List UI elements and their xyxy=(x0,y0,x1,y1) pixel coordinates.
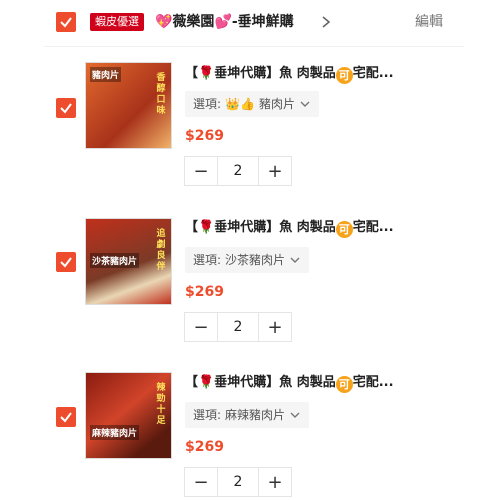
item-select-checkbox[interactable] xyxy=(56,252,76,272)
cart-item: 沙茶豬肉片 追劇良伴 【🌹垂坤代購】魚 肉製品可宅配... 選項: 沙茶豬肉片 … xyxy=(0,212,500,352)
item-select-checkbox[interactable] xyxy=(56,98,76,118)
variant-value: 麻辣豬肉片 xyxy=(225,408,286,422)
thumbnail-label: 豬肉片 xyxy=(90,67,122,82)
increase-quantity-button[interactable]: + xyxy=(259,313,291,341)
item-price: $269 xyxy=(185,128,224,144)
variant-selector[interactable]: 選項: 沙茶豬肉片 xyxy=(185,247,310,273)
quantity-stepper: − 2 + xyxy=(184,467,292,497)
checkmark-icon xyxy=(60,17,72,28)
cart-item: 豬肉片 香醇口味 【🌹垂坤代購】魚 肉製品可宅配... 選項: 👑👍 豬肉片 $2… xyxy=(0,58,500,198)
preferred-seller-badge: 蝦皮優選 xyxy=(90,13,144,31)
heart-right-icon: 💕 xyxy=(214,14,232,30)
chevron-down-icon xyxy=(290,257,300,263)
product-thumbnail[interactable]: 豬肉片 香醇口味 xyxy=(85,62,172,149)
variant-value: 豬肉片 xyxy=(258,97,295,111)
quantity-stepper: − 2 + xyxy=(184,156,292,186)
quantity-value[interactable]: 2 xyxy=(217,313,259,341)
product-thumbnail[interactable]: 沙茶豬肉片 追劇良伴 xyxy=(85,218,172,305)
thumbnail-label: 沙茶豬肉片 xyxy=(90,253,140,268)
shop-name-suffix: -垂坤鮮購 xyxy=(231,14,294,30)
cart-item: 麻辣豬肉片 辣勁十足 【🌹垂坤代購】魚 肉製品可宅配... 選項: 麻辣豬肉片 … xyxy=(0,367,500,500)
chevron-right-icon[interactable] xyxy=(320,12,332,32)
decrease-quantity-button[interactable]: − xyxy=(185,313,217,341)
rose-icon: 🌹 xyxy=(198,220,215,235)
variant-selector[interactable]: 選項: 👑👍 豬肉片 xyxy=(185,91,319,117)
decrease-quantity-button[interactable]: − xyxy=(185,157,217,185)
product-thumbnail[interactable]: 麻辣豬肉片 辣勁十足 xyxy=(85,372,172,459)
thumbnail-side-text: 辣勁十足 xyxy=(156,383,166,426)
available-icon: 可 xyxy=(335,376,353,393)
header-divider xyxy=(44,46,464,47)
increase-quantity-button[interactable]: + xyxy=(259,157,291,185)
rose-icon: 🌹 xyxy=(198,66,215,81)
edit-button[interactable]: 編輯 xyxy=(415,12,443,32)
crown-thumbs-icon: 👑👍 xyxy=(225,97,255,111)
available-icon: 可 xyxy=(335,67,353,84)
shop-name: 薇樂園 xyxy=(172,14,215,30)
thumbnail-side-text: 追劇良伴 xyxy=(156,229,166,272)
item-select-checkbox[interactable] xyxy=(56,407,76,427)
chevron-down-icon xyxy=(300,101,310,107)
heart-left-icon: 💖 xyxy=(155,14,173,30)
decrease-quantity-button[interactable]: − xyxy=(185,468,217,496)
available-icon: 可 xyxy=(335,221,353,238)
product-title[interactable]: 【🌹垂坤代購】魚 肉製品可宅配... xyxy=(185,373,435,393)
shop-header: 蝦皮優選 💖薇樂園💕-垂坤鮮購 編輯 xyxy=(0,0,500,44)
checkmark-icon xyxy=(60,103,72,114)
variant-selector[interactable]: 選項: 麻辣豬肉片 xyxy=(185,402,310,428)
quantity-value[interactable]: 2 xyxy=(217,157,259,185)
rose-icon: 🌹 xyxy=(198,375,215,390)
checkmark-icon xyxy=(60,257,72,268)
shop-name-link[interactable]: 💖薇樂園💕-垂坤鮮購 xyxy=(155,12,294,32)
shop-select-checkbox[interactable] xyxy=(56,12,76,32)
checkmark-icon xyxy=(60,412,72,423)
chevron-down-icon xyxy=(290,412,300,418)
product-title[interactable]: 【🌹垂坤代購】魚 肉製品可宅配... xyxy=(185,218,435,238)
thumbnail-side-text: 香醇口味 xyxy=(156,73,166,116)
increase-quantity-button[interactable]: + xyxy=(259,468,291,496)
variant-value: 沙茶豬肉片 xyxy=(225,253,286,267)
quantity-value[interactable]: 2 xyxy=(217,468,259,496)
thumbnail-label: 麻辣豬肉片 xyxy=(90,425,140,440)
quantity-stepper: − 2 + xyxy=(184,312,292,342)
item-price: $269 xyxy=(185,439,224,455)
item-price: $269 xyxy=(185,284,224,300)
product-title[interactable]: 【🌹垂坤代購】魚 肉製品可宅配... xyxy=(185,64,435,84)
